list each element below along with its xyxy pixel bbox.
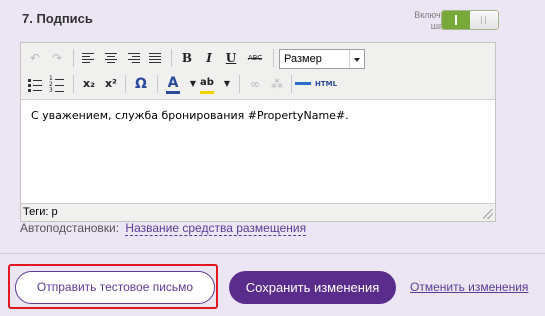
toolbar-separator [73, 49, 74, 67]
toolbar-separator [273, 49, 274, 67]
html-source-icon[interactable]: HTML [313, 74, 339, 94]
tag-path: Теги: p [23, 206, 58, 218]
undo-icon[interactable]: ↶ [25, 48, 45, 68]
subscript-icon[interactable]: x₂ [79, 74, 99, 94]
align-left-icon[interactable] [79, 48, 99, 68]
toggle-knob [470, 11, 498, 29]
rich-text-editor: ↶ ↷ B I U ABC Размер 1 2 3 x₂ x² Ω A ▼ a… [20, 42, 496, 222]
toolbar-separator [239, 75, 240, 93]
special-character-icon[interactable]: Ω [131, 74, 151, 94]
font-size-select[interactable]: Размер [279, 49, 365, 69]
bold-icon[interactable]: B [177, 48, 197, 68]
toggle-on-segment [442, 11, 470, 29]
editor-statusbar: Теги: p [21, 203, 495, 221]
underline-icon[interactable]: U [221, 48, 241, 68]
redo-icon[interactable]: ↷ [47, 48, 67, 68]
resize-grip-icon[interactable] [483, 209, 493, 219]
toolbar-separator [125, 75, 126, 93]
section-title: 7. Подпись [22, 11, 93, 26]
chevron-down-icon [349, 50, 364, 68]
chevron-down-icon[interactable]: ▼ [217, 74, 237, 94]
bulleted-list-icon[interactable] [25, 74, 45, 94]
horizontal-rule-icon[interactable] [293, 74, 313, 94]
autosub-label: Автоподстановки: [20, 221, 120, 235]
align-center-icon[interactable] [101, 48, 121, 68]
text-color-letter: A [167, 75, 179, 91]
toolbar-separator [171, 49, 172, 67]
cancel-changes-link[interactable]: Отменить изменения [410, 280, 528, 294]
send-test-email-button[interactable]: Отправить тестовое письмо [15, 271, 215, 304]
toolbar-separator [157, 75, 158, 93]
highlight-letters: ab [200, 77, 214, 88]
unlink-icon[interactable]: ⁂ [267, 74, 287, 94]
highlight-color-icon[interactable]: ab [197, 73, 217, 94]
autosubstitutions: Автоподстановки: Название средства разме… [20, 221, 307, 236]
superscript-icon[interactable]: x² [101, 74, 121, 94]
justify-icon[interactable] [145, 48, 165, 68]
link-icon[interactable]: ∞ [245, 74, 265, 94]
autosub-link-property-name[interactable]: Название средства размещения [125, 221, 307, 236]
save-changes-button[interactable]: Сохранить изменения [229, 271, 396, 304]
editor-toolbar: ↶ ↷ B I U ABC Размер 1 2 3 x₂ x² Ω A ▼ a… [21, 43, 495, 100]
text-color-icon[interactable]: A [163, 73, 183, 94]
strikethrough-icon[interactable]: ABC [243, 48, 267, 68]
italic-icon[interactable]: I [199, 48, 219, 68]
template-toggle[interactable] [441, 10, 499, 30]
editor-content[interactable]: С уважением, служба бронирования #Proper… [31, 109, 349, 122]
divider [0, 253, 545, 254]
toolbar-separator [73, 75, 74, 93]
toolbar-separator [291, 75, 292, 93]
numbered-list-icon[interactable]: 1 2 3 [47, 74, 67, 94]
align-right-icon[interactable] [123, 48, 143, 68]
font-size-select-value: Размер [284, 53, 322, 65]
